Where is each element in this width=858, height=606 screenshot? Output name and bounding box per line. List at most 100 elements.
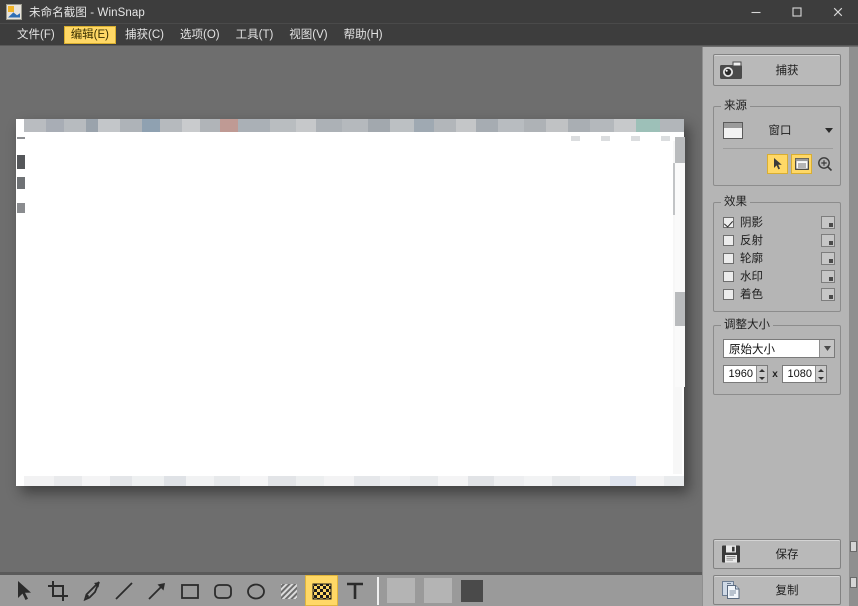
effect-label-shadow: 阴影 (740, 214, 821, 230)
title-bar: 未命名截图 - WinSnap (0, 0, 858, 24)
camera-icon (714, 61, 748, 80)
window-title: 未命名截图 - WinSnap (29, 4, 145, 20)
rectangle-tool[interactable] (173, 575, 206, 606)
effect-label-outline: 轮廓 (740, 250, 821, 266)
copy-button-label: 复制 (748, 582, 840, 598)
effects-group: 效果 阴影 反射 轮廓 水印 (713, 202, 841, 312)
effect-label-watermark: 水印 (740, 268, 821, 284)
resize-height-arrows[interactable] (815, 366, 826, 382)
effect-row-watermark[interactable]: 水印 (723, 267, 835, 285)
canvas-vertical-scrollbar[interactable] (675, 137, 685, 387)
ellipse-tool[interactable] (239, 575, 272, 606)
line-tool[interactable] (107, 575, 140, 606)
effect-options-reflection[interactable] (821, 234, 835, 247)
menu-item-help[interactable]: 帮助(H) (337, 26, 390, 44)
menu-item-file[interactable]: 文件(F) (10, 26, 62, 44)
copy-icon (714, 580, 748, 600)
pixelated-region-bottom (24, 476, 684, 486)
side-panel-content: 捕获 来源 窗口 (703, 47, 850, 606)
magnifier-icon[interactable] (815, 155, 834, 174)
copy-button[interactable]: 复制 (713, 575, 841, 605)
color-swatch-primary[interactable] (387, 578, 415, 603)
source-group: 来源 窗口 (713, 106, 841, 186)
side-panel: 捕获 来源 窗口 (702, 47, 858, 606)
resize-height-value: 1080 (783, 368, 815, 380)
scrollbar-thumb[interactable] (675, 137, 685, 163)
effect-checkbox-shadow[interactable] (723, 217, 734, 228)
effects-group-title: 效果 (721, 195, 750, 209)
resize-dimensions: 1960 x 1080 (723, 365, 835, 383)
arrow-tool[interactable] (140, 575, 173, 606)
effect-row-colorize[interactable]: 着色 (723, 285, 835, 303)
capture-button[interactable]: 捕获 (713, 54, 841, 86)
resize-preset-select[interactable]: 原始大小 (723, 339, 835, 358)
effect-options-shadow[interactable] (821, 216, 835, 229)
pixelate-tool[interactable] (305, 575, 338, 606)
effect-row-reflection[interactable]: 反射 (723, 231, 835, 249)
effect-checkbox-reflection[interactable] (723, 235, 734, 246)
blur-hatch-tool[interactable] (272, 575, 305, 606)
source-divider (723, 148, 833, 149)
select-arrow-tool[interactable] (8, 575, 41, 606)
resize-preset-value: 原始大小 (724, 341, 819, 357)
resize-width-arrows[interactable] (756, 366, 767, 382)
window-icon (723, 122, 743, 139)
effect-row-outline[interactable]: 轮廓 (723, 249, 835, 267)
menu-item-capture[interactable]: 捕获(C) (118, 26, 171, 44)
effect-options-colorize[interactable] (821, 288, 835, 301)
winsnap-window: 未命名截图 - WinSnap 文件(F) 编辑(E) 捕获(C) 选项(O) … (0, 0, 858, 606)
panel-right-edge (849, 47, 858, 606)
pen-tool[interactable] (74, 575, 107, 606)
resize-height-stepper[interactable]: 1080 (782, 365, 827, 383)
captured-screenshot-image (16, 119, 684, 486)
scrollbar-thumb-secondary[interactable] (675, 292, 685, 326)
effect-checkbox-colorize[interactable] (723, 289, 734, 300)
resize-width-stepper[interactable]: 1960 (723, 365, 768, 383)
captured-left-edge (16, 133, 25, 476)
capture-button-label: 捕获 (748, 62, 840, 78)
resize-preset-chevron-down-icon[interactable] (819, 340, 834, 357)
menu-item-edit[interactable]: 编辑(E) (64, 26, 116, 44)
winsnap-app-icon (6, 4, 22, 20)
effect-options-outline[interactable] (821, 252, 835, 265)
resize-group-title: 调整大小 (721, 318, 773, 332)
pixelated-region-top (24, 119, 684, 132)
color-swatch-fill[interactable] (461, 580, 483, 602)
floppy-disk-icon (714, 544, 748, 564)
save-button-label: 保存 (748, 546, 840, 562)
effect-checkbox-watermark[interactable] (723, 271, 734, 282)
text-tool[interactable] (338, 575, 371, 606)
crop-tool[interactable] (41, 575, 74, 606)
effect-options-watermark[interactable] (821, 270, 835, 283)
close-icon[interactable] (817, 0, 858, 24)
source-toggle-buttons (767, 154, 834, 174)
resize-group: 调整大小 原始大小 1960 x 1080 (713, 325, 841, 395)
chevron-down-icon[interactable] (825, 128, 833, 133)
captured-window-controls (560, 133, 680, 143)
window-select-icon[interactable] (791, 154, 812, 174)
annotation-toolbar (0, 572, 702, 606)
menu-item-tools[interactable]: 工具(T) (229, 26, 281, 44)
rounded-rectangle-tool[interactable] (206, 575, 239, 606)
menu-item-options[interactable]: 选项(O) (173, 26, 227, 44)
effect-label-colorize: 着色 (740, 286, 821, 302)
save-button[interactable]: 保存 (713, 539, 841, 569)
captured-screenshot[interactable] (16, 119, 684, 486)
source-selector[interactable]: 窗口 (723, 119, 835, 141)
maximize-icon[interactable] (776, 0, 817, 24)
cursor-icon[interactable] (767, 154, 788, 174)
effect-row-shadow[interactable]: 阴影 (723, 213, 835, 231)
menu-item-view[interactable]: 视图(V) (282, 26, 334, 44)
color-swatch-secondary[interactable] (424, 578, 452, 603)
image-canvas[interactable] (0, 47, 702, 572)
minimize-icon[interactable] (735, 0, 776, 24)
edge-tab-copy[interactable] (850, 577, 857, 588)
effect-checkbox-outline[interactable] (723, 253, 734, 264)
source-group-title: 来源 (721, 99, 750, 113)
toolbar-separator (377, 577, 379, 605)
window-controls (735, 0, 858, 24)
menu-bar: 文件(F) 编辑(E) 捕获(C) 选项(O) 工具(T) 视图(V) 帮助(H… (0, 24, 858, 46)
resize-separator: x (768, 369, 782, 380)
edge-tab-save[interactable] (850, 541, 857, 552)
source-selected-value: 窗口 (743, 122, 825, 138)
